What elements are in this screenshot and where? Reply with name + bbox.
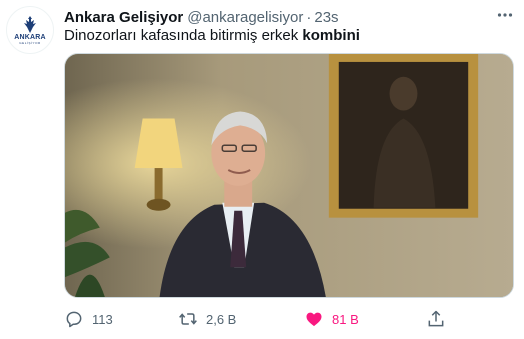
like-button[interactable]: 81 B	[304, 306, 359, 332]
photo-illustration	[65, 54, 513, 297]
share-icon	[428, 310, 444, 327]
tweet-actions: 113 2,6 B 81 B	[64, 306, 484, 332]
tweet-timestamp[interactable]: 23s	[314, 9, 338, 26]
avatar[interactable]: ANKARA GELİŞİYOR	[6, 6, 54, 54]
tweet-text: Dinozorları kafasında bitirmiş erkek kom…	[64, 27, 360, 45]
share-button[interactable]	[426, 306, 446, 332]
tweet-photo[interactable]	[64, 53, 514, 298]
avatar-brand-text: ANKARA	[14, 33, 46, 41]
author-handle[interactable]: @ankaragelisiyor	[187, 9, 303, 26]
reply-icon	[66, 311, 82, 328]
ankara-emblem-icon	[24, 15, 36, 33]
more-icon	[497, 13, 513, 17]
like-count: 81 B	[332, 311, 359, 327]
tweet-text-plain: Dinozorları kafasında bitirmiş erkek	[64, 27, 303, 44]
more-options-button[interactable]	[494, 5, 516, 25]
retweet-count: 2,6 B	[206, 311, 237, 327]
tweet-text-bold: kombini	[302, 27, 360, 44]
tweet-header: Ankara Gelişiyor @ankaragelisiyor · 23s	[64, 8, 339, 26]
reply-count: 113	[92, 311, 113, 327]
author-name[interactable]: Ankara Gelişiyor	[64, 9, 183, 26]
tweet[interactable]: ANKARA GELİŞİYOR Ankara Gelişiyor @ankar…	[0, 0, 524, 339]
retweet-icon	[179, 313, 197, 325]
reply-button[interactable]: 113	[64, 306, 113, 332]
retweet-button[interactable]: 2,6 B	[178, 306, 236, 332]
separator-dot: ·	[306, 8, 312, 26]
avatar-brand-subtext: GELİŞİYOR	[19, 40, 41, 45]
heart-icon	[306, 312, 322, 327]
